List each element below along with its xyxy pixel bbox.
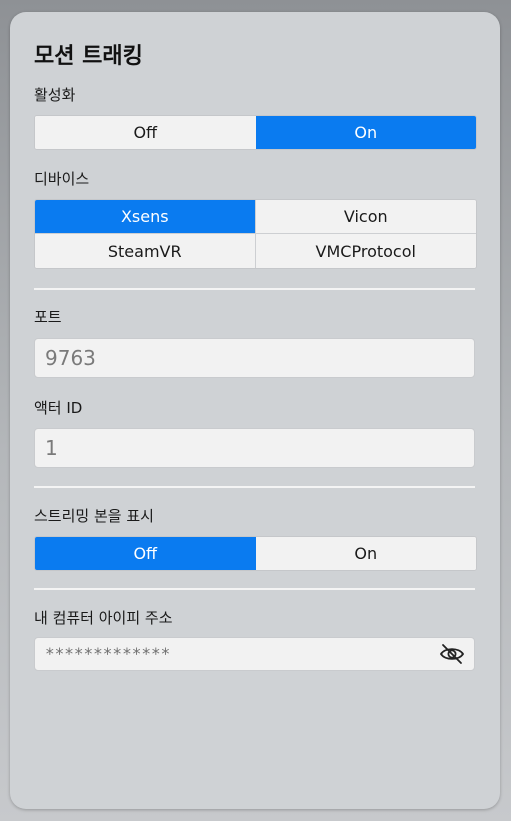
device-option-steamvr[interactable]: SteamVR <box>35 234 256 268</box>
panel-title: 모션 트래킹 <box>34 44 143 69</box>
divider <box>34 588 475 590</box>
device-label: 디바이스 <box>34 170 90 188</box>
port-input[interactable] <box>34 338 475 378</box>
activation-off-option[interactable]: Off <box>35 116 256 149</box>
divider <box>34 288 475 290</box>
actor-id-label: 액터 ID <box>34 399 83 417</box>
my-ip-field[interactable]: ************* <box>34 637 475 671</box>
device-option-vicon[interactable]: Vicon <box>255 200 476 234</box>
streaming-bones-label: 스트리밍 본을 표시 <box>34 507 154 525</box>
eye-slash-icon[interactable] <box>439 643 465 665</box>
actor-id-input[interactable] <box>34 428 475 468</box>
activation-on-option[interactable]: On <box>255 116 476 149</box>
activation-toggle: Off On <box>34 115 477 150</box>
streaming-bones-off-option[interactable]: Off <box>35 537 256 570</box>
streaming-bones-toggle: Off On <box>34 536 477 571</box>
port-label: 포트 <box>34 308 62 326</box>
device-option-vmcprotocol[interactable]: VMCProtocol <box>255 234 476 268</box>
device-option-xsens[interactable]: Xsens <box>35 200 256 234</box>
my-ip-label: 내 컴퓨터 아이피 주소 <box>34 609 173 627</box>
divider <box>34 486 475 488</box>
activation-label: 활성화 <box>34 86 76 104</box>
device-selector: Xsens Vicon SteamVR VMCProtocol <box>34 199 477 269</box>
streaming-bones-on-option[interactable]: On <box>255 537 476 570</box>
motion-tracking-panel: 모션 트래킹 활성화 Off On 디바이스 Xsens Vicon Steam… <box>10 12 500 809</box>
my-ip-masked-value: ************* <box>45 644 171 663</box>
